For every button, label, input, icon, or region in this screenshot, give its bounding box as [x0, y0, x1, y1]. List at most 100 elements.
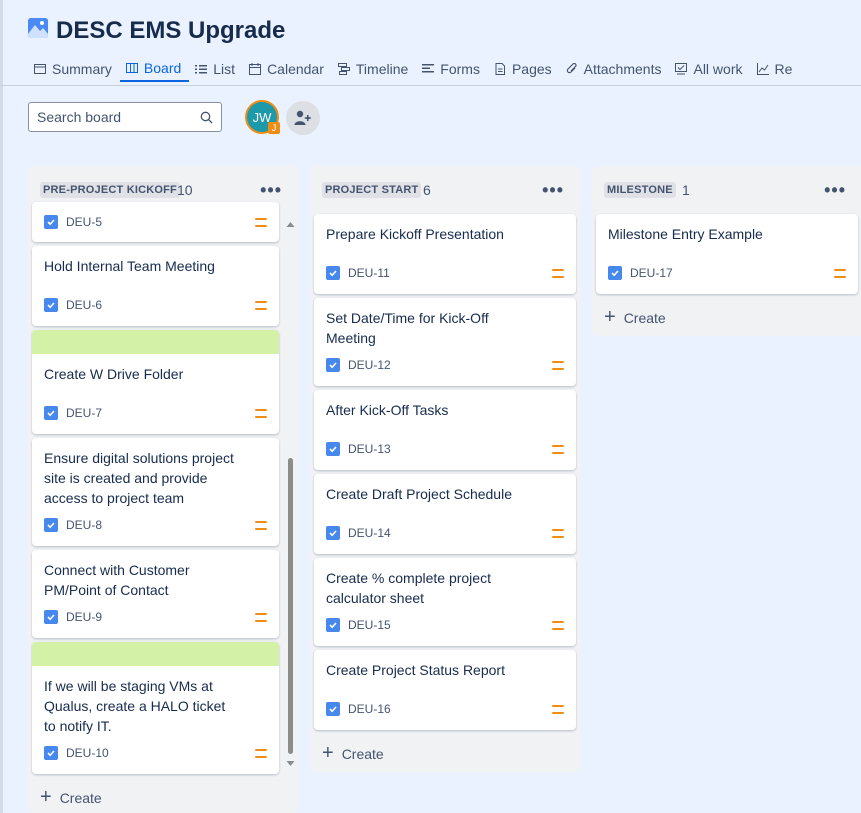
tab-pages[interactable]: Pages	[488, 56, 560, 82]
card-title: Ensure digital solutions project site is…	[44, 450, 234, 506]
card-footer: DEU-14	[326, 524, 564, 542]
card-footer: DEU-17	[608, 264, 846, 282]
summary-icon	[34, 64, 46, 74]
issue-key[interactable]: DEU-14	[348, 526, 552, 540]
attachment-icon	[566, 63, 577, 74]
tab-label: Summary	[52, 61, 112, 77]
tab-label: Calendar	[267, 61, 324, 77]
create-issue-button[interactable]: + Create	[40, 786, 102, 809]
tab-timeline[interactable]: Timeline	[332, 56, 416, 82]
issue-key[interactable]: DEU-9	[66, 610, 255, 624]
card-title: Hold Internal Team Meeting	[44, 258, 215, 274]
avatar-badge: J	[268, 122, 280, 134]
add-people-button[interactable]	[286, 101, 320, 135]
card-title: Prepare Kickoff Presentation	[326, 226, 504, 242]
search-icon	[200, 111, 213, 123]
issue-key[interactable]: DEU-11	[348, 266, 552, 280]
header-divider	[0, 85, 861, 86]
column-count: 1	[682, 182, 690, 198]
issue-key[interactable]: DEU-17	[630, 266, 834, 280]
create-issue-button[interactable]: + Create	[604, 306, 666, 329]
scroll-thumb[interactable]	[288, 458, 293, 754]
card-footer: DEU-11	[326, 264, 564, 282]
priority-medium-icon	[255, 612, 267, 622]
all-work-icon	[675, 63, 688, 75]
tab-all-work[interactable]: All work	[669, 56, 750, 82]
card-title: Create % complete project calculator she…	[326, 570, 491, 606]
issue-key[interactable]: DEU-12	[348, 358, 552, 372]
issue-card[interactable]: Create W Drive Folder DEU-7	[32, 330, 279, 434]
card-title: Connect with Customer PM/Point of Contac…	[44, 562, 190, 598]
tab-label: List	[213, 61, 236, 77]
task-type-icon	[44, 406, 58, 420]
tab-label: Attachments	[583, 61, 662, 77]
issue-key[interactable]: DEU-10	[66, 746, 255, 760]
column-count: 6	[423, 182, 431, 198]
issue-card[interactable]: Connect with Customer PM/Point of Contac…	[32, 550, 279, 638]
tab-attachments[interactable]: Attachments	[560, 56, 670, 82]
scroll-up-icon[interactable]	[286, 220, 295, 228]
issue-card[interactable]: Create Draft Project Schedule DEU-14	[314, 474, 576, 554]
create-issue-button[interactable]: + Create	[322, 742, 384, 765]
issue-card[interactable]: Milestone Entry Example DEU-17	[596, 214, 858, 294]
column-more-icon[interactable]: •••	[542, 180, 564, 201]
card-footer: DEU-7	[44, 404, 267, 422]
tab-reports[interactable]: Re	[751, 56, 801, 82]
tab-forms[interactable]: Forms	[416, 56, 488, 82]
task-type-icon	[326, 358, 340, 372]
issue-card[interactable]: Set Date/Time for Kick-Off Meeting DEU-1…	[314, 298, 576, 386]
priority-medium-icon	[834, 268, 846, 278]
issue-key[interactable]: DEU-13	[348, 442, 552, 456]
card-title: Create Draft Project Schedule	[326, 486, 512, 502]
card-title: Set Date/Time for Kick-Off Meeting	[326, 310, 489, 346]
priority-medium-icon	[552, 528, 564, 538]
issue-card[interactable]: Create Project Status Report DEU-16	[314, 650, 576, 730]
column-name: PROJECT START	[322, 182, 422, 198]
card-footer: DEU-5	[44, 213, 267, 231]
issue-card[interactable]: Prepare Kickoff Presentation DEU-11	[314, 214, 576, 294]
issue-card[interactable]: If we will be staging VMs at Qualus, cre…	[32, 642, 279, 774]
tab-list[interactable]: List	[189, 56, 243, 82]
card-footer: DEU-15	[326, 616, 564, 634]
issue-card[interactable]: After Kick-Off Tasks DEU-13	[314, 390, 576, 470]
tab-board[interactable]: Board	[119, 56, 190, 82]
priority-medium-icon	[255, 217, 267, 227]
search-board-input[interactable]: Search board	[28, 102, 222, 132]
tab-summary[interactable]: Summary	[28, 56, 120, 82]
issue-key[interactable]: DEU-8	[66, 518, 255, 532]
left-rail	[0, 0, 3, 813]
issue-card[interactable]: Create % complete project calculator she…	[314, 558, 576, 646]
issue-key[interactable]: DEU-6	[66, 298, 255, 312]
card-footer: DEU-6	[44, 296, 267, 314]
issue-key[interactable]: DEU-16	[348, 702, 552, 716]
issue-key[interactable]: DEU-15	[348, 618, 552, 632]
calendar-icon	[249, 63, 262, 75]
issue-card[interactable]: DEU-5	[32, 202, 279, 242]
issue-key[interactable]: DEU-7	[66, 406, 255, 420]
task-type-icon	[326, 618, 340, 632]
issue-card[interactable]: Hold Internal Team Meeting DEU-6	[32, 246, 279, 326]
column-pre-project-kickoff: PRE-PROJECT KICKOFF 10 ••• DEU-5 Hold In…	[28, 166, 298, 813]
tab-calendar[interactable]: Calendar	[243, 56, 332, 82]
column-header: PROJECT START 6 •••	[310, 166, 580, 212]
tab-label: Forms	[440, 61, 480, 77]
priority-medium-icon	[552, 704, 564, 714]
card-footer: DEU-13	[326, 440, 564, 458]
column-count: 10	[177, 182, 193, 198]
scroll-down-icon[interactable]	[286, 760, 295, 768]
task-type-icon	[44, 746, 58, 760]
card-cover	[32, 330, 279, 354]
column-milestone: MILESTONE 1 ••• Milestone Entry Example …	[592, 166, 861, 336]
card-footer: DEU-12	[326, 356, 564, 374]
column-scrollbar[interactable]	[286, 212, 295, 774]
task-type-icon	[326, 266, 340, 280]
project-title: DESC EMS Upgrade	[56, 17, 286, 44]
issue-card[interactable]: Ensure digital solutions project site is…	[32, 438, 279, 546]
create-label: Create	[623, 309, 666, 326]
add-person-icon	[294, 110, 311, 125]
page-header: DESC EMS Upgrade Summary Board List Cale…	[0, 0, 861, 86]
column-more-icon[interactable]: •••	[260, 180, 282, 201]
column-more-icon[interactable]: •••	[824, 180, 846, 201]
issue-key[interactable]: DEU-5	[66, 215, 255, 229]
priority-medium-icon	[552, 620, 564, 630]
